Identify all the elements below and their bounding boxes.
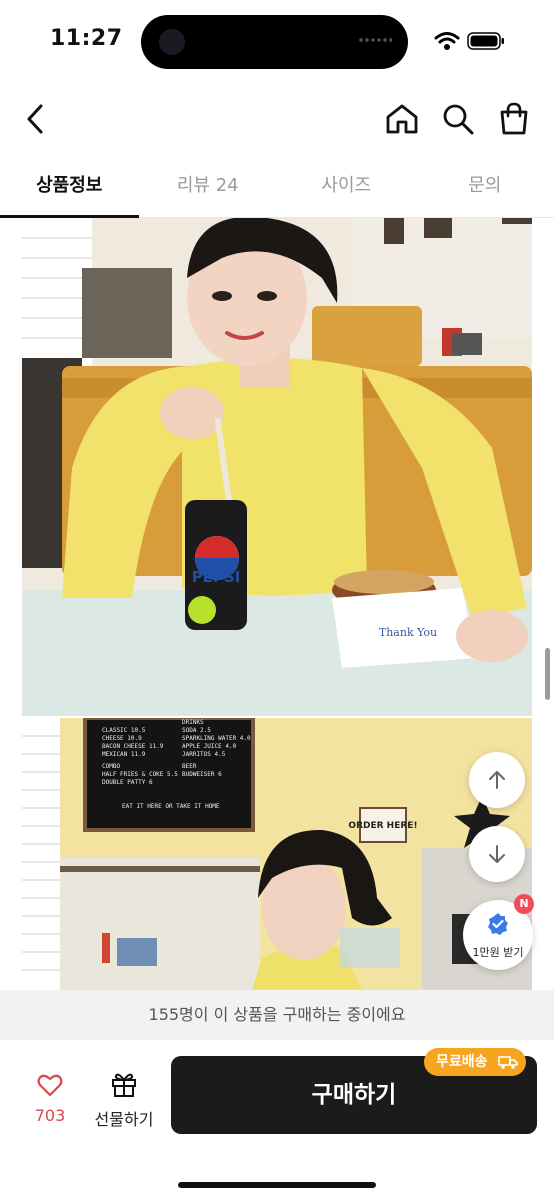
bottom-action-bar: 703 선물하기 구매하기 무료배송 — [0, 1040, 554, 1200]
free-shipping-badge: 무료배송 — [424, 1048, 526, 1076]
product-photo-2: CLASSIC 10.5 CHEESE 10.9 BACON CHEESE 11… — [22, 718, 532, 990]
heart-icon — [37, 1074, 63, 1097]
photo-2-illustration: CLASSIC 10.5 CHEESE 10.9 BACON CHEESE 11… — [22, 718, 532, 990]
order-here-sign: ORDER HERE! — [348, 821, 417, 831]
scroll-indicator[interactable] — [545, 648, 550, 700]
coupon-button[interactable]: N 1만원 받기 — [463, 894, 534, 970]
coupon-new-badge: N — [514, 894, 534, 914]
home-indicator[interactable] — [178, 1182, 376, 1188]
search-icon[interactable] — [438, 99, 478, 139]
scroll-down-button[interactable] — [469, 826, 525, 882]
gift-icon — [112, 1073, 136, 1097]
arrow-down-icon — [489, 845, 505, 863]
tab-inquiry[interactable]: 문의 — [416, 160, 554, 217]
truck-icon — [498, 1056, 518, 1069]
island-camera — [159, 29, 185, 55]
scroll-up-button[interactable] — [469, 752, 525, 808]
battery-icon — [467, 32, 504, 50]
gift-button[interactable]: 선물하기 — [88, 1070, 160, 1134]
coupon-label: 1만원 받기 — [472, 946, 524, 959]
island-dots — [358, 37, 392, 43]
photo-1-illustration: PEPSI Thank You — [22, 218, 532, 716]
like-count: 703 — [34, 1106, 66, 1125]
nav-bar — [0, 85, 554, 153]
like-button[interactable]: 703 — [22, 1070, 78, 1134]
home-icon[interactable] — [382, 99, 422, 139]
verified-badge-icon — [488, 913, 508, 935]
purchase-count-notice: 155명이 이 상품을 구매하는 중이에요 — [0, 990, 554, 1040]
product-tabs: 상품정보 리뷰 24 사이즈 문의 — [0, 160, 554, 218]
tab-product-info[interactable]: 상품정보 — [0, 160, 139, 218]
free-shipping-label: 무료배송 — [436, 1054, 488, 1070]
gift-label: 선물하기 — [94, 1110, 154, 1129]
wrapper-text: Thank You — [379, 626, 437, 639]
tab-reviews[interactable]: 리뷰 24 — [139, 160, 278, 217]
back-arrow-icon[interactable] — [18, 99, 58, 139]
tab-size[interactable]: 사이즈 — [277, 160, 416, 217]
product-detail-content: PEPSI Thank You CLASSIC 10.5 CHEESE 10.9 — [0, 218, 554, 990]
product-photo-1: PEPSI Thank You — [22, 218, 532, 716]
arrow-up-icon — [489, 771, 505, 789]
wifi-icon — [434, 32, 460, 50]
shopping-bag-icon[interactable] — [494, 99, 534, 139]
status-time: 11:27 — [50, 26, 123, 51]
dynamic-island — [141, 15, 408, 69]
can-label: PEPSI — [192, 568, 241, 586]
status-bar: 11:27 — [0, 0, 554, 80]
